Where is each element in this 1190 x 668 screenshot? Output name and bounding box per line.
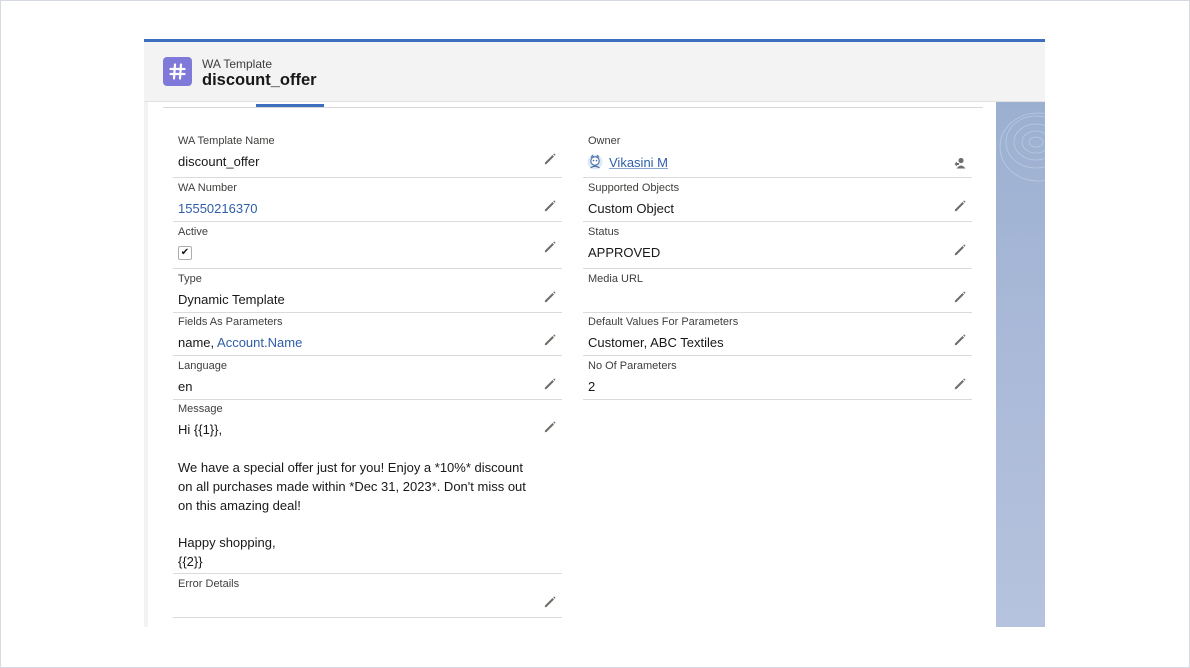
field-value: Dynamic Template	[178, 292, 285, 307]
field-label: Media URL	[588, 273, 644, 285]
field-value: Custom Object	[588, 201, 674, 216]
parameter-name-text: name,	[178, 335, 218, 350]
message-line: Hi {{1}},	[178, 422, 223, 437]
hashtag-icon	[163, 57, 192, 86]
field-value: discount_offer	[178, 154, 260, 169]
field-label: Type	[178, 273, 202, 285]
field-no-of-parameters: No Of Parameters 2	[583, 360, 972, 400]
object-type-label: WA Template	[202, 57, 273, 71]
field-message: Message Hi {{1}}, We have a special offe…	[173, 403, 562, 574]
pencil-icon[interactable]	[543, 377, 557, 391]
record-page: WA Template discount_offer WA Template N…	[144, 39, 1045, 627]
tab-details-active-indicator[interactable]	[256, 104, 324, 107]
field-label: Active	[178, 226, 208, 238]
record-header: WA Template discount_offer	[144, 42, 1045, 102]
pencil-icon[interactable]	[543, 290, 557, 304]
pencil-icon[interactable]	[543, 240, 557, 254]
pencil-icon[interactable]	[953, 333, 967, 347]
field-error-details: Error Details	[173, 578, 562, 618]
pencil-icon[interactable]	[543, 152, 557, 166]
message-line: {{2}}	[178, 554, 203, 569]
field-owner: Owner Vikasini M	[583, 135, 972, 178]
user-avatar-icon	[587, 154, 603, 170]
message-line: Happy shopping,	[178, 535, 276, 550]
owner-link[interactable]: Vikasini M	[609, 155, 668, 170]
pencil-icon[interactable]	[953, 199, 967, 213]
pencil-icon[interactable]	[953, 377, 967, 391]
field-fields-as-parameters: Fields As Parameters name, Account.Name	[173, 316, 562, 356]
field-value: en	[178, 379, 193, 394]
field-label: Fields As Parameters	[178, 316, 283, 328]
field-label: Status	[588, 226, 620, 238]
field-wa-template-name: WA Template Name discount_offer	[173, 135, 562, 178]
field-value: name, Account.Name	[178, 335, 302, 350]
wa-number-link[interactable]: 15550216370	[178, 201, 258, 216]
field-media-url: Media URL	[583, 273, 972, 313]
field-value: 2	[588, 379, 596, 394]
active-checkbox: ✔	[178, 246, 192, 260]
pencil-icon[interactable]	[543, 199, 557, 213]
field-label: Language	[178, 360, 227, 372]
field-value: APPROVED	[588, 245, 661, 260]
account-name-link[interactable]: Account.Name	[217, 335, 302, 350]
pencil-icon[interactable]	[543, 595, 557, 609]
message-line: on all purchases made within *Dec 31, 20…	[178, 479, 526, 494]
field-label: Error Details	[178, 578, 240, 590]
field-language: Language en	[173, 360, 562, 400]
field-wa-number: WA Number 15550216370	[173, 182, 562, 222]
pencil-icon[interactable]	[953, 290, 967, 304]
field-label: WA Template Name	[178, 135, 275, 147]
message-line: on this amazing deal!	[178, 498, 301, 513]
field-label: Owner	[588, 135, 621, 147]
pencil-icon[interactable]	[953, 243, 967, 257]
pencil-icon[interactable]	[543, 333, 557, 347]
field-label: Default Values For Parameters	[588, 316, 739, 328]
field-default-values-for-parameters: Default Values For Parameters Customer, …	[583, 316, 972, 356]
field-status: Status APPROVED	[583, 226, 972, 269]
details-card: WA Template Name discount_offer WA Numbe…	[148, 102, 996, 627]
field-value: Customer, ABC Textiles	[588, 335, 724, 350]
decorative-background	[996, 102, 1045, 627]
field-label: No Of Parameters	[588, 360, 677, 372]
pencil-icon[interactable]	[543, 420, 557, 434]
field-label: WA Number	[178, 182, 237, 194]
change-owner-icon[interactable]	[953, 156, 967, 170]
field-active: Active ✔	[173, 226, 562, 269]
message-line: We have a special offer just for you! En…	[178, 460, 523, 475]
field-label: Supported Objects	[588, 182, 680, 194]
field-label: Message	[178, 403, 223, 415]
field-type: Type Dynamic Template	[173, 273, 562, 313]
record-title: discount_offer	[202, 71, 317, 89]
field-supported-objects: Supported Objects Custom Object	[583, 182, 972, 222]
